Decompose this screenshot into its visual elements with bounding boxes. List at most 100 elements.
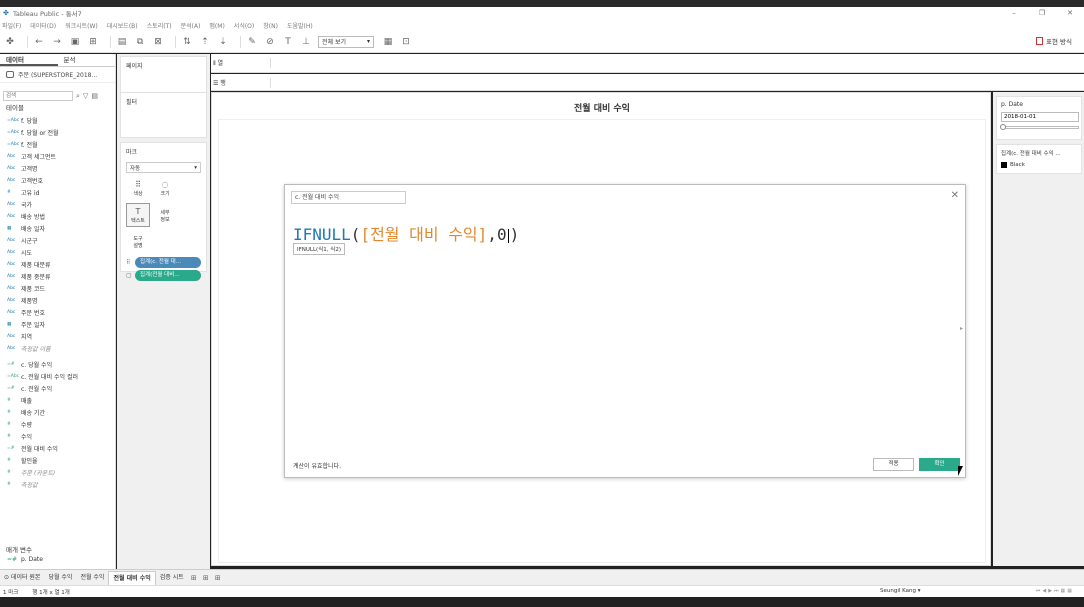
card-toggle-icon[interactable]: ▦ [382, 36, 394, 48]
field-item[interactable]: # 측정값 [0, 478, 115, 490]
menu-file[interactable]: 파일(F) [2, 21, 21, 30]
menu-format[interactable]: 서식(O) [234, 21, 254, 30]
menu-window[interactable]: 창(N) [263, 21, 278, 30]
calc-name-field[interactable]: c. 전월 대비 수익 [291, 191, 406, 204]
tab-datasource[interactable]: ⊙ 데이터 원본 [0, 571, 44, 585]
parameter-item[interactable]: =# p. Date [7, 556, 43, 563]
field-item[interactable]: # 수량 [0, 418, 115, 430]
field-item[interactable]: ▦ 주문 일자 [0, 318, 115, 330]
user-menu[interactable]: Seungil Kang ▾ [880, 588, 921, 594]
show-me-button[interactable]: 표현 방식 [1036, 36, 1072, 46]
field-item[interactable]: =# 전월 대비 수익 [0, 442, 115, 454]
field-item[interactable]: # 배송 기간 [0, 406, 115, 418]
tableau-icon[interactable]: ✤ [4, 36, 16, 48]
new-dashboard-icon[interactable]: ⊞ [200, 574, 212, 582]
field-search-input[interactable] [3, 91, 73, 101]
menu-map[interactable]: 맵(M) [209, 21, 224, 30]
tooltip-button[interactable]: 도구 설명 [126, 229, 150, 253]
field-item[interactable]: =Abc f. 당월 or 전월 [0, 126, 115, 138]
mark-type-select[interactable]: 자동 ▾ [126, 162, 201, 173]
columns-shelf[interactable]: ⦀ 열 [211, 54, 1084, 73]
field-item[interactable]: # 할인율 [0, 454, 115, 466]
tab-analysis[interactable]: 분석 [58, 54, 116, 66]
field-item[interactable]: # 매출 [0, 394, 115, 406]
close-icon[interactable]: ✕ [951, 190, 959, 201]
field-item[interactable]: Abc 측정값 이름 [0, 342, 115, 354]
sort-asc-icon[interactable]: ⇡ [199, 36, 211, 48]
new-worksheet-icon[interactable]: ⊞ [188, 574, 200, 582]
redo-icon[interactable]: → [51, 36, 63, 48]
field-item[interactable]: Abc 지역 [0, 330, 115, 342]
field-item[interactable]: Abc 제품명 [0, 294, 115, 306]
sort-desc-icon[interactable]: ⇣ [217, 36, 229, 48]
menu-story[interactable]: 스토리(T) [147, 21, 172, 30]
field-item[interactable]: # 수익 [0, 430, 115, 442]
fit-select[interactable]: 전체 보기 ▾ [318, 35, 374, 48]
field-item[interactable]: ▦ 배송 일자 [0, 222, 115, 234]
pages-card[interactable]: 페이지 [120, 56, 207, 96]
swap-icon[interactable]: ⇅ [181, 36, 193, 48]
field-item[interactable]: Abc 고객번호 [0, 174, 115, 186]
menu-analysis[interactable]: 분석(A) [181, 21, 201, 30]
tab-sheet-1[interactable]: 당월 수익 [44, 571, 76, 585]
marks-pill-text[interactable]: ▢ 집계(전월 대비... [126, 270, 201, 281]
maximize-icon[interactable]: ❐ [1028, 7, 1056, 19]
field-item[interactable]: Abc 시도 [0, 246, 115, 258]
ok-button[interactable]: 확인 [919, 458, 960, 471]
menu-help[interactable]: 도움말(H) [287, 21, 313, 30]
highlight-icon[interactable]: ✎ [246, 36, 258, 48]
field-item[interactable]: =Abc c. 전월 대비 수익 컬러 [0, 370, 115, 382]
datasource-item[interactable]: 주문 (SUPERSTORE_2018... [0, 67, 115, 83]
tab-sheet-3[interactable]: 전월 대비 수익 [108, 570, 156, 585]
new-sheet-icon[interactable]: ▤ [116, 36, 128, 48]
parameter-date-input[interactable] [1001, 112, 1079, 122]
field-item[interactable]: Abc 제품 대분류 [0, 258, 115, 270]
fix-axes-icon[interactable]: ⊥ [300, 36, 312, 48]
sheet-title[interactable]: 전월 대비 수익 [212, 101, 992, 114]
detail-button[interactable]: 세부 정보 [153, 203, 177, 227]
formula-editor[interactable]: IFNULL([전월 대비 수익],0) [293, 221, 519, 245]
filter-icon[interactable]: ▽ [83, 92, 88, 100]
duplicate-sheet-icon[interactable]: ⧉ [134, 36, 146, 48]
field-item[interactable]: =Abc f. 당월 [0, 114, 115, 126]
search-icon[interactable]: ⌕ [76, 92, 80, 101]
tab-sheet-2[interactable]: 전월 수익 [76, 571, 108, 585]
apply-button[interactable]: 적용 [873, 458, 914, 471]
field-item[interactable]: Abc 고객명 [0, 162, 115, 174]
field-item[interactable]: =Abc f. 전월 [0, 138, 115, 150]
size-button[interactable]: ◌ 크기 [153, 177, 177, 201]
slider-handle[interactable] [1000, 124, 1006, 130]
expand-arrow-icon[interactable]: ▸ [960, 325, 963, 332]
tab-sheet-4[interactable]: 검증 시트 [156, 571, 188, 585]
presentation-icon[interactable]: ⊡ [400, 36, 412, 48]
close-window-icon[interactable]: ✕ [1056, 7, 1084, 19]
color-button[interactable]: ⠿ 색상 [126, 177, 150, 201]
undo-icon[interactable]: ← [33, 36, 45, 48]
view-options-icon[interactable]: ▤ [91, 92, 98, 100]
field-item[interactable]: Abc 고객 세그먼트 [0, 150, 115, 162]
parameter-slider[interactable] [1000, 124, 1079, 130]
field-item[interactable]: Abc 배송 방법 [0, 210, 115, 222]
field-item[interactable]: # 고유 id [0, 186, 115, 198]
labels-icon[interactable]: T [282, 36, 294, 48]
new-story-icon[interactable]: ⊞ [212, 574, 224, 582]
field-item[interactable]: =# c. 전월 수익 [0, 382, 115, 394]
sheet-nav-icons[interactable]: ⏮◀▶⏭▦▦ [1036, 588, 1074, 594]
field-item[interactable]: Abc 국가 [0, 198, 115, 210]
field-item[interactable]: Abc 제품 중분류 [0, 270, 115, 282]
field-item[interactable]: =# c. 당월 수익 [0, 358, 115, 370]
menu-worksheet[interactable]: 워크시트(W) [65, 21, 98, 30]
tab-data[interactable]: 데이터 [0, 54, 58, 66]
minimize-icon[interactable]: – [1000, 7, 1028, 19]
field-item[interactable]: Abc 시군구 [0, 234, 115, 246]
filters-card[interactable]: 필터 [120, 92, 207, 138]
marks-pill-color[interactable]: ⠿ 집계(c. 전월 대... [126, 257, 201, 268]
clear-sheet-icon[interactable]: ⊠ [152, 36, 164, 48]
field-item[interactable]: Abc 주문 번호 [0, 306, 115, 318]
text-button[interactable]: T 텍스트 [126, 203, 150, 227]
group-icon[interactable]: ⊘ [264, 36, 276, 48]
field-item[interactable]: # 주문 (카운트) [0, 466, 115, 478]
add-datasource-icon[interactable]: ⊞ [87, 36, 99, 48]
field-item[interactable]: Abc 제품 코드 [0, 282, 115, 294]
menu-dashboard[interactable]: 대시보드(B) [107, 21, 138, 30]
